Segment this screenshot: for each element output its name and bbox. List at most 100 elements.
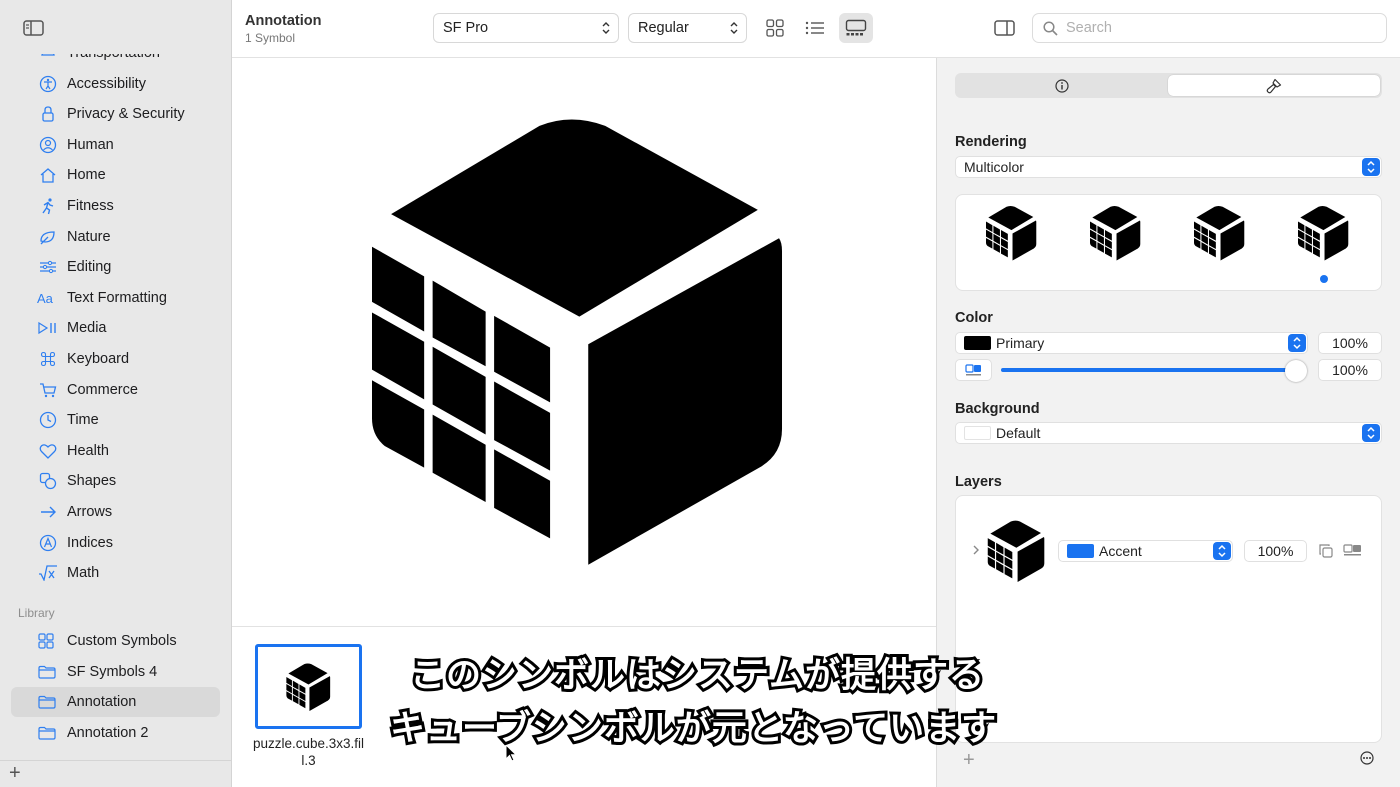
color-opacity-field[interactable]: 100% bbox=[1318, 332, 1382, 354]
puzzle-cube-icon bbox=[1194, 205, 1245, 261]
gallery-view-button[interactable] bbox=[839, 13, 873, 43]
library-item-sf-symbols-4[interactable]: SF Symbols 4 bbox=[11, 657, 220, 687]
cart-icon bbox=[36, 380, 60, 400]
sidebar-item-privacy-security[interactable]: Privacy & Security bbox=[36, 101, 185, 127]
opacity-slider-knob[interactable] bbox=[1285, 360, 1307, 382]
folder-icon bbox=[38, 693, 60, 711]
sidebar-item-label: Arrows bbox=[67, 504, 113, 520]
grid-icon bbox=[766, 19, 784, 37]
rendering-variant-4[interactable] bbox=[1298, 205, 1350, 261]
rendering-value: Multicolor bbox=[964, 159, 1024, 175]
rendering-variant-2[interactable] bbox=[1090, 205, 1142, 261]
rendering-variant-3[interactable] bbox=[1194, 205, 1246, 261]
info-icon bbox=[1055, 78, 1069, 93]
command-icon bbox=[36, 349, 60, 369]
sidebar-item-label: Human bbox=[67, 136, 114, 153]
grid-view-button[interactable] bbox=[758, 13, 792, 43]
symbol-preview bbox=[232, 58, 936, 626]
sidebar-item-arrows[interactable]: Arrows bbox=[36, 499, 112, 525]
symbol-thumbnail[interactable] bbox=[255, 644, 362, 729]
sidebar: Transportation Accessibility Privacy & Sec… bbox=[0, 0, 232, 787]
car-icon bbox=[36, 54, 60, 63]
font-weight-popup[interactable]: Regular bbox=[628, 13, 747, 43]
sidebar-item-label: Media bbox=[67, 320, 107, 337]
slider-opacity-field[interactable]: 100% bbox=[1318, 359, 1382, 381]
font-weight-value: Regular bbox=[638, 20, 689, 36]
puzzle-cube-icon bbox=[1298, 205, 1349, 261]
library-item-custom-symbols[interactable]: Custom Symbols bbox=[11, 626, 220, 656]
list-view-button[interactable] bbox=[798, 13, 832, 43]
more-options-icon[interactable] bbox=[1360, 751, 1374, 765]
sidebar-item-shapes[interactable]: Shapes bbox=[36, 468, 116, 494]
chevron-updown-icon bbox=[601, 20, 611, 36]
sidebar-item-label: Nature bbox=[67, 228, 111, 245]
sliders-icon bbox=[36, 257, 60, 277]
sidebar-item-label: Editing bbox=[67, 259, 112, 276]
sidebar-item-math[interactable]: Math bbox=[36, 560, 99, 586]
sidebar-item-text-formatting[interactable]: Aa Text Formatting bbox=[36, 285, 167, 311]
search-field[interactable] bbox=[1032, 13, 1387, 43]
background-popup[interactable]: Default bbox=[955, 422, 1382, 444]
chevron-updown-icon bbox=[1288, 334, 1306, 352]
sidebar-item-label: Math bbox=[67, 565, 100, 582]
sidebar-item-label: Privacy & Security bbox=[67, 106, 185, 123]
symbol-count: 1 Symbol bbox=[245, 31, 296, 45]
color-value: Primary bbox=[996, 335, 1045, 351]
info-tab[interactable] bbox=[957, 75, 1167, 96]
library-item-label: Annotation 2 bbox=[67, 724, 149, 741]
shapes-icon bbox=[36, 471, 60, 491]
sidebar-item-home[interactable]: Home bbox=[36, 162, 106, 188]
rendering-heading: Rendering bbox=[955, 134, 1027, 150]
library-item-label: Annotation bbox=[67, 694, 137, 710]
add-layer-button[interactable]: + bbox=[963, 749, 975, 772]
inspector-panel: Rendering Multicolor Color Primary 100% … bbox=[936, 58, 1400, 787]
sidebar-item-fitness[interactable]: Fitness bbox=[36, 193, 114, 219]
background-heading: Background bbox=[955, 401, 1040, 417]
sidebar-item-editing[interactable]: Editing bbox=[36, 254, 111, 280]
sidebar-item-health[interactable]: Health bbox=[36, 438, 109, 464]
rendering-popup[interactable]: Multicolor bbox=[955, 156, 1382, 178]
layers-heading: Layers bbox=[955, 474, 1002, 490]
sidebar-item-transportation[interactable]: Transportation bbox=[36, 54, 160, 66]
library-item-annotation-2[interactable]: Annotation 2 bbox=[11, 718, 220, 748]
running-figure-icon bbox=[36, 196, 60, 216]
rendering-variant-1[interactable] bbox=[986, 205, 1038, 261]
search-icon bbox=[1043, 20, 1058, 36]
customize-tab[interactable] bbox=[1168, 75, 1380, 96]
caption-line-1: このシンボルはシステムが提供する bbox=[407, 653, 987, 699]
layer-color-toggle[interactable] bbox=[955, 359, 992, 381]
disclosure-chevron-icon[interactable] bbox=[972, 544, 980, 556]
duplicate-icon[interactable] bbox=[1318, 543, 1334, 559]
rendering-variants bbox=[955, 194, 1382, 291]
background-value: Default bbox=[996, 425, 1041, 441]
list-icon bbox=[805, 20, 825, 36]
sidebar-item-nature[interactable]: Nature bbox=[36, 224, 111, 250]
sidebar-item-label: Indices bbox=[67, 534, 113, 551]
layer-opacity-field[interactable]: 100% bbox=[1244, 540, 1307, 562]
sidebar-item-accessibility[interactable]: Accessibility bbox=[36, 71, 146, 97]
svg-text:Aa: Aa bbox=[37, 291, 54, 305]
sidebar-item-label: Accessibility bbox=[67, 75, 146, 92]
opacity-slider[interactable] bbox=[1001, 368, 1296, 372]
layer-color-popup[interactable]: Accent bbox=[1058, 540, 1233, 562]
inspector-toggle-icon[interactable] bbox=[993, 18, 1017, 38]
layer-color-name: Accent bbox=[1099, 543, 1142, 559]
add-collection-button[interactable]: + bbox=[9, 763, 21, 783]
sidebar-item-label: Text Formatting bbox=[67, 289, 167, 306]
arrow-right-icon bbox=[36, 502, 60, 522]
sidebar-item-human[interactable]: Human bbox=[36, 132, 114, 158]
sidebar-item-commerce[interactable]: Commerce bbox=[36, 377, 138, 403]
sidebar-item-label: Commerce bbox=[67, 381, 138, 398]
color-popup[interactable]: Primary bbox=[955, 332, 1308, 354]
sidebar-toggle-icon[interactable] bbox=[22, 18, 46, 38]
color-heading: Color bbox=[955, 310, 993, 326]
sidebar-item-indices[interactable]: Indices bbox=[36, 530, 113, 556]
font-family-popup[interactable]: SF Pro bbox=[433, 13, 619, 43]
search-input[interactable] bbox=[1066, 20, 1366, 36]
sidebar-item-time[interactable]: Time bbox=[36, 407, 99, 433]
puzzle-cube-icon bbox=[285, 662, 330, 711]
library-item-annotation[interactable]: Annotation bbox=[11, 687, 220, 717]
sidebar-item-media[interactable]: Media bbox=[36, 315, 107, 341]
palette-swatches-icon[interactable] bbox=[1343, 543, 1363, 559]
sidebar-item-keyboard[interactable]: Keyboard bbox=[36, 346, 129, 372]
